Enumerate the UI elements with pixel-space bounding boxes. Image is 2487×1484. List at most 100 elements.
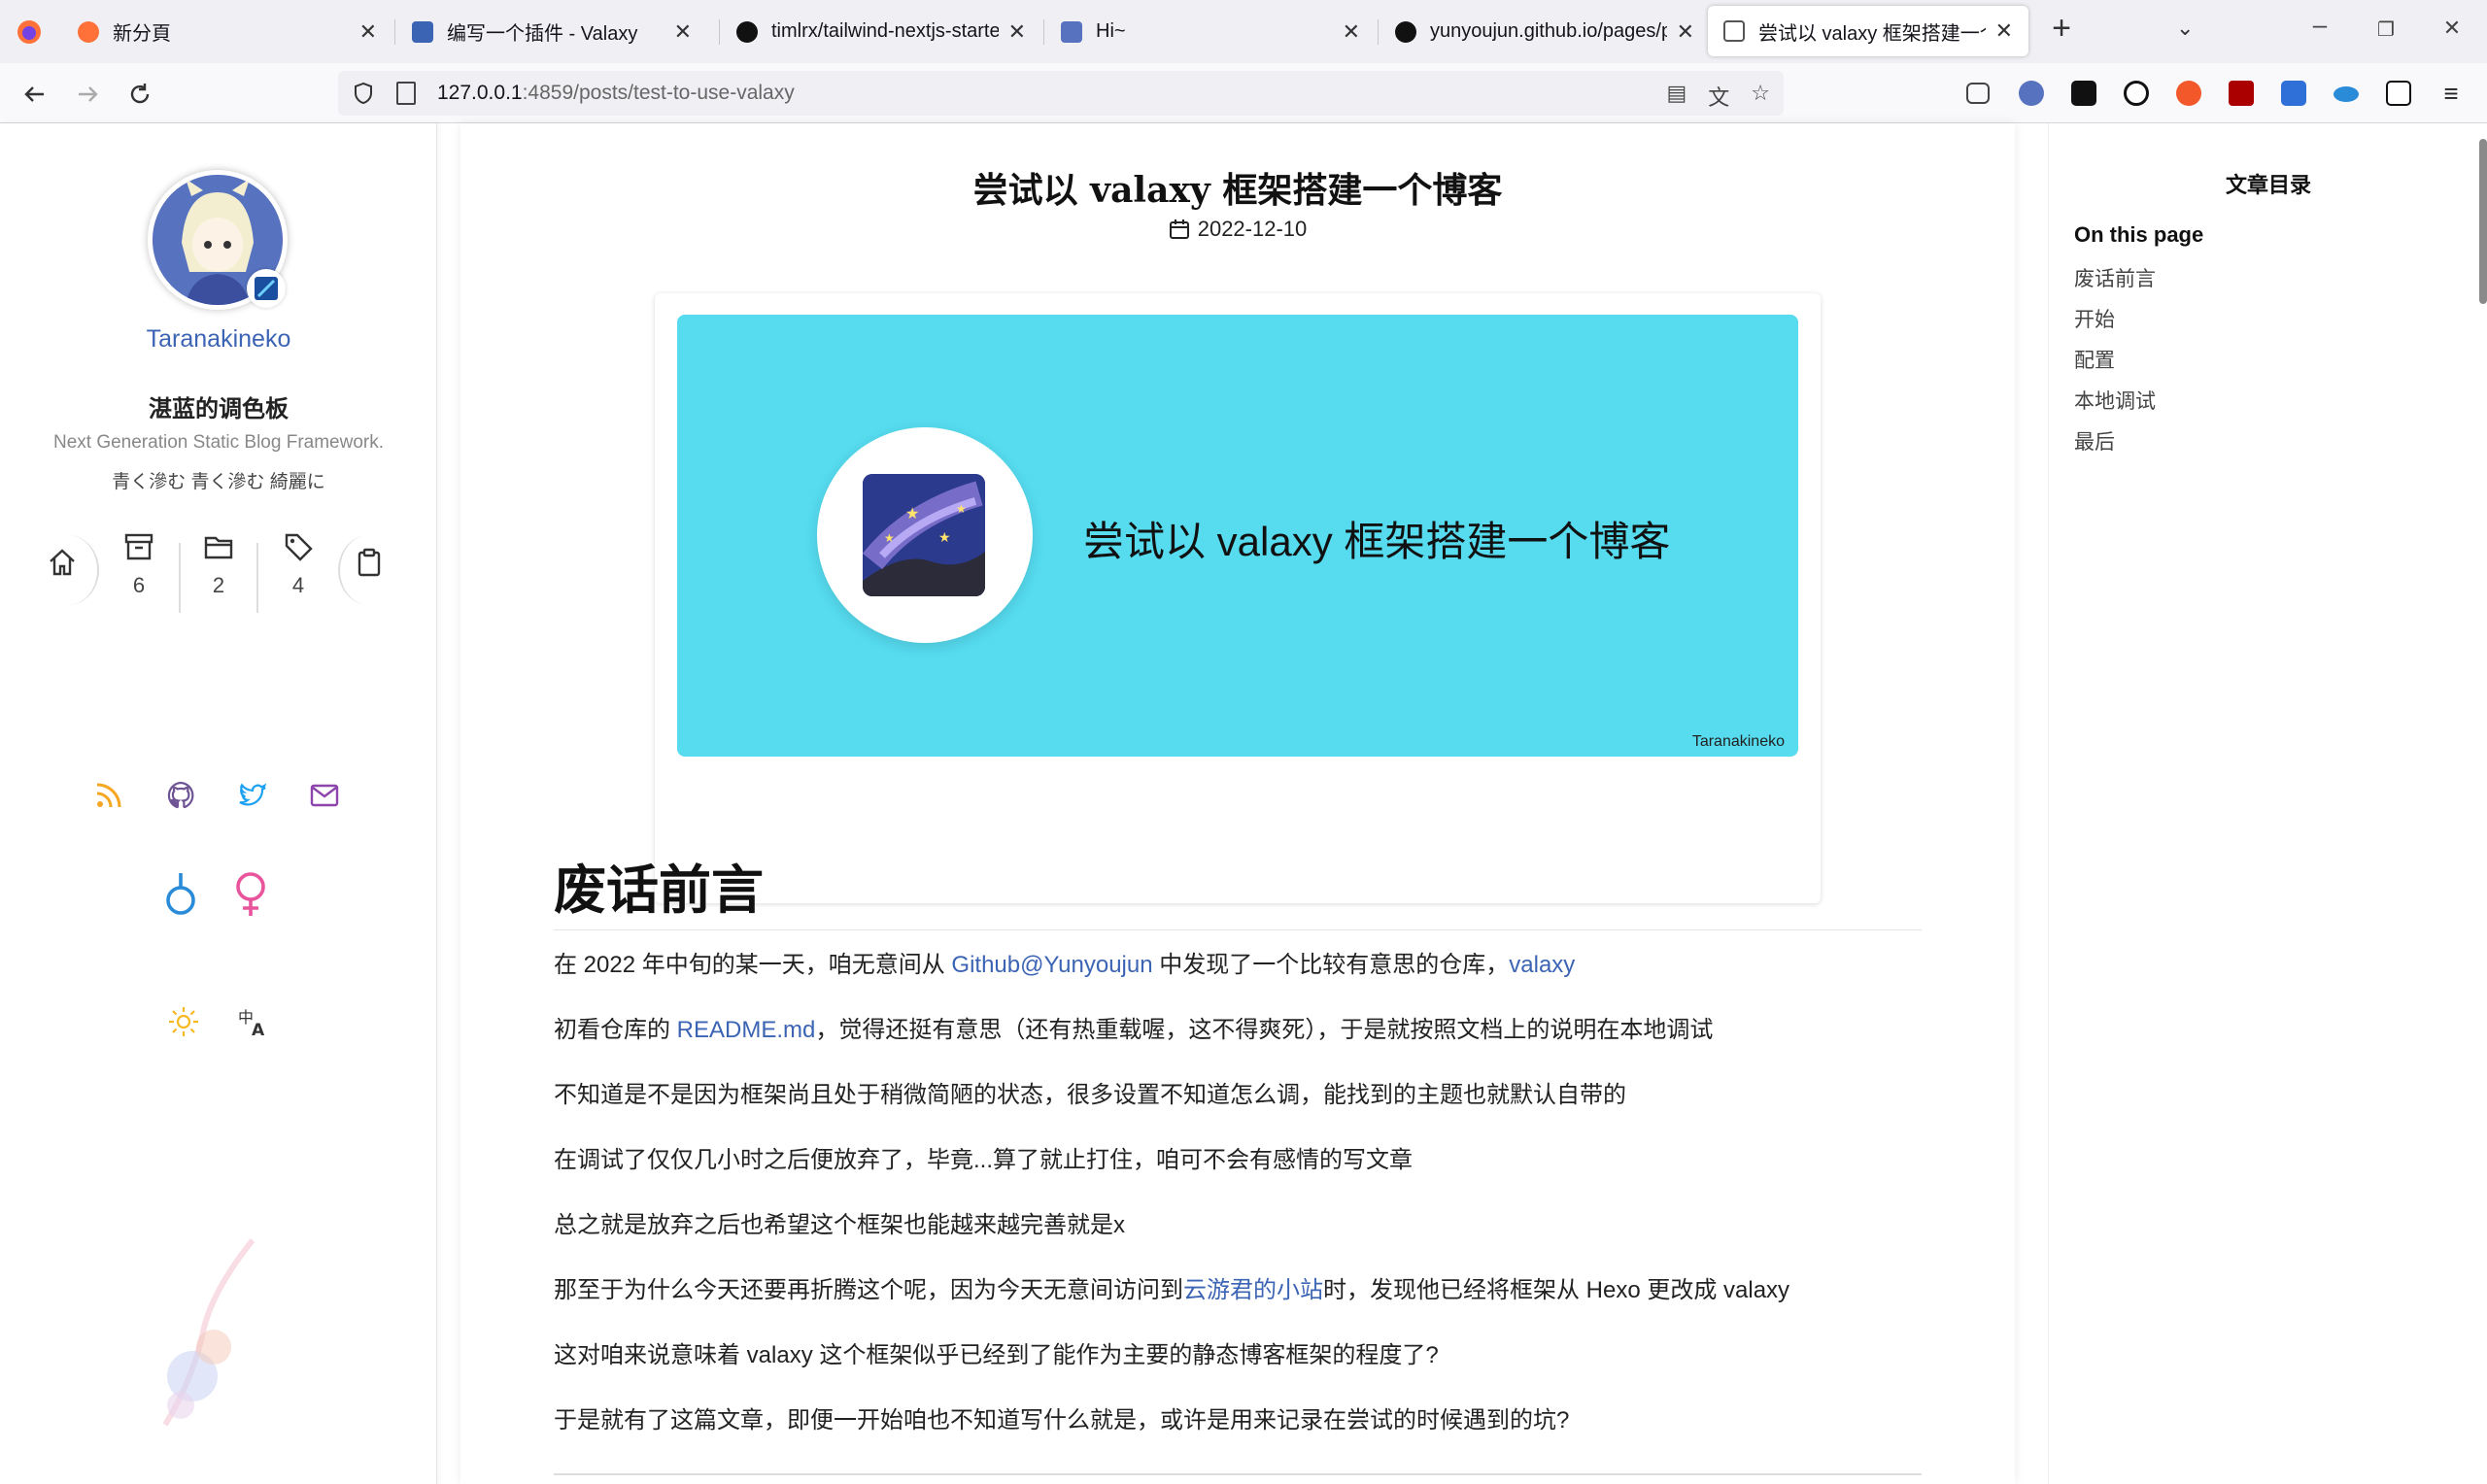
sidebar-toggles: 中A [167,1005,270,1038]
calendar-icon [1169,219,1189,239]
page-icon [1723,20,1745,42]
svg-text:★: ★ [938,529,951,545]
block-icon[interactable] [2124,81,2149,106]
extension-1-icon[interactable] [2071,81,2096,106]
theme-toggle-sun-icon[interactable] [167,1005,200,1038]
extension-2-icon[interactable] [2176,81,2201,106]
valaxy-link[interactable]: valaxy [1509,952,1575,978]
mail-icon[interactable] [309,780,340,811]
tab-tailwind-starter[interactable]: timlrx/tailwind-nextjs-starter ✕ [721,0,1041,63]
site-stats: 6 2 4 [39,531,398,613]
paragraph: 总之就是放弃之后也希望这个框架也能越来越完善就是x [554,1212,1125,1238]
site-subtitle: Next Generation Static Blog Framework. [52,432,385,453]
twitter-icon[interactable] [237,780,268,811]
toc-item[interactable]: 本地调试 [2074,386,2156,415]
ublock-icon[interactable] [2229,81,2254,106]
list-all-tabs-icon[interactable]: ⌄ [2176,16,2194,41]
tracking-protection-icon[interactable] [352,81,375,106]
tags-count: 4 [291,573,305,597]
minimize-icon[interactable]: – [2300,10,2339,40]
tab-yunyoujun[interactable]: yunyoujun.github.io/pages/p ✕ [1380,0,1710,63]
tab-hi[interactable]: Hi~ ✕ [1045,0,1376,63]
tab-active-post[interactable]: 尝试以 valaxy 框架搭建一个博客 ✕ [1708,6,2028,56]
github-icon[interactable] [165,780,196,811]
toc-item[interactable]: 配置 [2074,345,2115,374]
rss-icon[interactable] [93,780,124,811]
paragraph: 那至于为什么今天还要再折腾这个呢，因为今天无意间访问到云游君的小站时，发现他已经… [554,1277,1790,1303]
about-link[interactable] [346,547,392,583]
tags-link[interactable]: 4 [264,531,332,598]
categories-link[interactable]: 2 [185,531,253,598]
readme-link[interactable]: README.md [677,1017,816,1043]
pocket-icon[interactable] [1966,83,1990,104]
paragraph: 这对咱来说意味着 valaxy 这个框架似乎已经到了能作为主要的静态博客框架的程… [554,1342,1439,1368]
translator-icon[interactable] [2281,81,2306,106]
reload-icon[interactable] [120,75,159,114]
notion-icon[interactable] [2386,81,2411,106]
github-icon [736,20,758,43]
url-text[interactable]: 127.0.0.1:4859/posts/test-to-use-valaxy [437,82,795,105]
menu-icon[interactable]: ≡ [2438,81,2464,106]
gender-symbols [163,871,268,918]
home-link[interactable] [39,547,85,583]
status-badge [247,269,286,308]
new-tab-button[interactable]: + [2040,10,2083,48]
close-icon[interactable]: ✕ [1995,18,2013,44]
toc-title: 文章目录 [2225,173,2311,198]
close-window-icon[interactable]: ✕ [2433,16,2471,41]
post-title: 尝试以 valaxy 框架搭建一个博客 [972,170,1503,211]
bookmark-star-icon[interactable]: ☆ [1751,81,1770,112]
nav-toolbar: 127.0.0.1:4859/posts/test-to-use-valaxy … [0,63,2487,123]
author-name[interactable]: Taranakineko [0,325,437,354]
tag-icon [285,533,313,561]
paragraph: 在调试了仅仅几小时之后便放弃了，毕竟...算了就止打住，咱可不会有感情的写文章 [554,1147,1414,1173]
archives-link[interactable]: 6 [105,531,173,598]
url-bar[interactable]: 127.0.0.1:4859/posts/test-to-use-valaxy … [338,71,1784,116]
translate-icon[interactable]: 文 [1708,81,1729,112]
galaxy-logo: ★ ★ ★ ★ [863,474,985,596]
close-icon[interactable]: ✕ [1343,19,1360,45]
close-icon[interactable]: ✕ [1677,19,1694,45]
github-yunyoujun-link[interactable]: Github@Yunyoujun [951,952,1152,978]
forward-icon[interactable] [68,75,107,114]
cloud-icon[interactable] [2334,86,2359,102]
toc-item[interactable]: 最后 [2074,426,2115,455]
paragraph: 初看仓库的 README.md，觉得还挺有意思（还有热重载喔，这不得爽死），于是… [554,1017,1714,1043]
svg-text:★: ★ [905,506,919,523]
divider [554,1473,1922,1475]
back-icon[interactable] [16,75,54,114]
close-icon[interactable]: ✕ [359,19,377,45]
svg-text:A: A [252,1021,265,1038]
scrollbar[interactable] [2479,139,2487,304]
archive-icon [124,533,153,560]
home-icon [50,549,75,576]
svg-text:★: ★ [884,531,895,545]
toc-item[interactable]: 开始 [2074,304,2115,333]
close-icon[interactable]: ✕ [1008,19,1026,45]
decorative-illustration [162,1238,256,1427]
page-info-icon[interactable] [396,82,416,105]
tab-new[interactable]: 新分頁 ✕ [62,0,392,63]
toc-heading: On this page [2074,222,2204,247]
profile-icon[interactable] [2019,81,2044,106]
table-of-contents: 文章目录 On this page 废话前言 开始 配置 本地调试 最后 [2048,123,2487,1484]
clipboard-icon [358,548,381,577]
restore-icon[interactable]: ❐ [2367,17,2405,42]
social-links [93,780,340,811]
github-icon [1395,20,1416,43]
paragraph: 不知道是不是因为框架尚且处于稍微简陋的状态，很多设置不知道怎么调，能找到的主题也… [554,1082,1626,1108]
reader-view-icon[interactable]: ▤ [1666,81,1686,112]
cover-logo-circle: ★ ★ ★ ★ [817,427,1033,643]
toc-item[interactable]: 废话前言 [2074,263,2156,292]
tab-valaxy-plugin[interactable]: 编写一个插件 - Valaxy ✕ [396,0,707,63]
post-date: 2022-12-10 [460,217,2015,242]
posts-count: 6 [132,573,146,597]
site-description: 青く滲む 青く滲む 綺麗に [112,472,325,492]
firefox-menu-icon[interactable] [0,0,58,63]
site-title: 湛蓝的调色板 [149,394,289,422]
cover-title: 尝试以 valaxy 框架搭建一个博客 [1083,519,1671,564]
language-toggle-icon[interactable]: 中A [237,1005,270,1038]
male-symbol-icon [166,873,195,915]
close-icon[interactable]: ✕ [674,19,692,45]
yunyoujun-site-link[interactable]: 云游君的小站 [1183,1277,1323,1303]
